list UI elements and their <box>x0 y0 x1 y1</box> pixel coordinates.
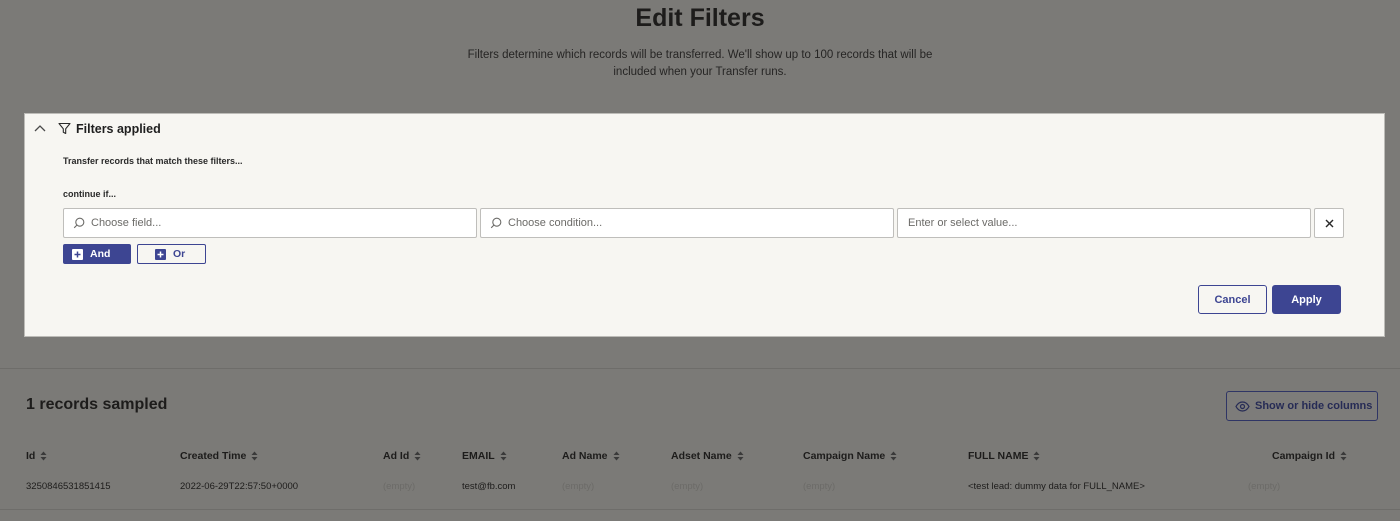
cell-adset-name: (empty) <box>671 481 704 492</box>
sort-icon <box>890 451 897 461</box>
table-row-divider <box>0 509 1400 510</box>
column-header-label: Campaign Name <box>803 450 886 462</box>
page-subtitle-line-1: Filters determine which records will be … <box>467 49 933 61</box>
column-header-email[interactable]: EMAIL <box>462 450 507 462</box>
page-subtitle-line-2: included when your Transfer runs. <box>613 66 787 78</box>
sort-icon <box>251 451 258 461</box>
column-header-id[interactable]: Id <box>26 450 47 462</box>
add-or-filter-button[interactable]: Or <box>137 244 206 264</box>
remove-filter-button[interactable] <box>1314 208 1344 238</box>
value-input[interactable]: Enter or select value... <box>897 208 1311 238</box>
sort-icon <box>1340 451 1347 461</box>
column-header-label: EMAIL <box>462 450 495 462</box>
cell-campaign-id: (empty) <box>1248 481 1281 492</box>
column-header-created-time[interactable]: Created Time <box>180 450 258 462</box>
column-header-label: Adset Name <box>671 450 732 462</box>
cancel-button[interactable]: Cancel <box>1198 285 1267 314</box>
funnel-icon <box>58 122 71 135</box>
sort-icon <box>613 451 620 461</box>
cell-full-name: <test lead: dummy data for FULL_NAME> <box>968 481 1145 492</box>
and-button-label: And <box>90 248 111 260</box>
column-header-campaign-name[interactable]: Campaign Name <box>803 450 897 462</box>
column-header-full-name[interactable]: FULL NAME <box>968 450 1040 462</box>
sort-icon <box>1033 451 1040 461</box>
sort-icon <box>40 451 47 461</box>
column-header-label: Id <box>26 450 36 462</box>
cell-id: 3250846531851415 <box>26 481 111 492</box>
sort-icon <box>414 451 421 461</box>
chevron-up-icon[interactable] <box>33 122 47 134</box>
or-button-label: Or <box>173 248 186 260</box>
cell-campaign-name: (empty) <box>803 481 836 492</box>
page-header: Edit Filters Filters determine which rec… <box>0 0 1400 112</box>
filters-panel-title: Filters applied <box>76 122 161 136</box>
column-header-label: Ad Name <box>562 450 608 462</box>
filters-panel: Filters applied Transfer records that ma… <box>24 113 1385 337</box>
column-header-label: Created Time <box>180 450 247 462</box>
page-title: Edit Filters <box>635 4 765 32</box>
filter-intro-text: Transfer records that match these filter… <box>63 156 243 166</box>
add-and-filter-button[interactable]: And <box>63 244 131 264</box>
eye-icon <box>1235 400 1250 412</box>
column-header-label: FULL NAME <box>968 450 1029 462</box>
cell-email: test@fb.com <box>462 481 516 492</box>
column-header-ad-name[interactable]: Ad Name <box>562 450 620 462</box>
continue-if-label: continue if... <box>63 189 116 199</box>
sort-icon <box>500 451 507 461</box>
column-header-campaign-id[interactable]: Campaign Id <box>1272 450 1347 462</box>
show-hide-columns-label: Show or hide columns <box>1255 400 1373 412</box>
choose-field-input[interactable]: Choose field... <box>63 208 477 238</box>
column-header-ad-id[interactable]: Ad Id <box>383 450 421 462</box>
choose-field-placeholder: Choose field... <box>91 217 162 229</box>
column-header-label: Ad Id <box>383 450 410 462</box>
column-header-label: Campaign Id <box>1272 450 1336 462</box>
cell-created-time: 2022-06-29T22:57:50+0000 <box>180 481 299 492</box>
cell-ad-id: (empty) <box>383 481 416 492</box>
choose-condition-input[interactable]: Choose condition... <box>480 208 894 238</box>
show-hide-columns-button[interactable]: Show or hide columns <box>1226 391 1378 421</box>
filters-panel-header[interactable]: Filters applied <box>25 114 1384 144</box>
search-icon <box>490 217 502 229</box>
page-subtitle: Filters determine which records will be … <box>450 47 950 81</box>
choose-condition-placeholder: Choose condition... <box>508 217 603 229</box>
section-divider <box>0 368 1400 369</box>
apply-button[interactable]: Apply <box>1272 285 1341 314</box>
cell-ad-name: (empty) <box>562 481 595 492</box>
column-header-adset-name[interactable]: Adset Name <box>671 450 744 462</box>
sort-icon <box>737 451 744 461</box>
plus-icon <box>155 248 166 260</box>
records-sampled-title: 1 records sampled <box>26 396 168 413</box>
plus-icon <box>72 248 83 260</box>
close-icon <box>1325 219 1333 227</box>
value-input-placeholder: Enter or select value... <box>908 217 1018 229</box>
search-icon <box>73 217 85 229</box>
